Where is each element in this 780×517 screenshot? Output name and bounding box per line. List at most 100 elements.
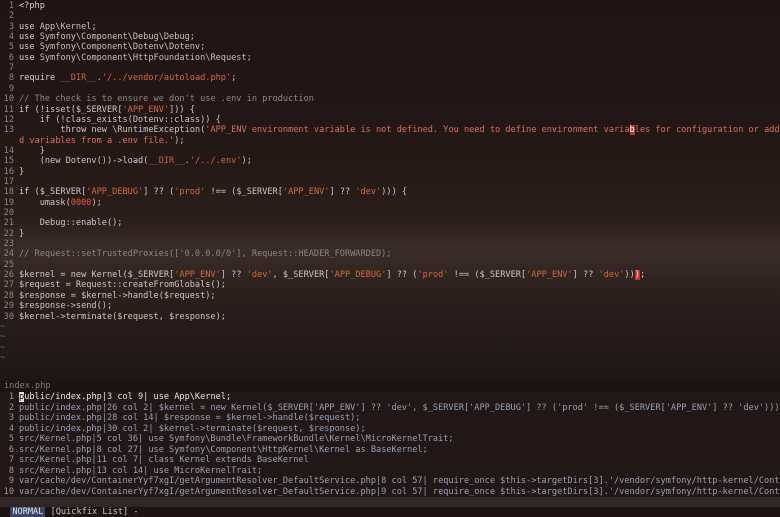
entry-text: public/index.php|28 col 14| $response = … bbox=[19, 413, 361, 423]
quickfix-entry[interactable]: 2 public/index.php|26 col 2| $kernel = ne… bbox=[0, 403, 780, 414]
code-token: } bbox=[19, 166, 25, 177]
code-token: 'APP_ENV' bbox=[122, 104, 170, 115]
code-line[interactable]: 20 bbox=[0, 208, 19, 218]
quickfix-entry[interactable]: 6 src/Kernel.php|8 col 27| use Symfony\Co… bbox=[0, 445, 428, 456]
code-line[interactable]: 28 $response = $kernel->handle($request); bbox=[0, 291, 216, 301]
code-token: 'APP_ENV environment variable is not def… bbox=[205, 125, 630, 136]
quickfix-entry[interactable]: 1 public/index.php|3 col 9| use App\Kerne… bbox=[0, 392, 231, 403]
code-token: use bbox=[19, 32, 40, 43]
code-token: 'APP_DEBUG' bbox=[329, 270, 387, 281]
code-token: 'APP_ENV' bbox=[526, 270, 573, 281]
line-number: 10 bbox=[3, 94, 14, 105]
code-line[interactable]: 17 bbox=[0, 177, 19, 187]
code-line[interactable]: 18 if ($_SERVER['APP_DEBUG'] ?? ('prod' !… bbox=[0, 187, 407, 197]
entry-number: 5 bbox=[8, 434, 14, 444]
line-number: 11 bbox=[3, 104, 14, 115]
code-line[interactable]: 16} bbox=[0, 166, 25, 177]
entry-text: ublic/index.php|3 col 9| use App\Kernel; bbox=[24, 392, 232, 402]
code-token: Debug::enable(); bbox=[19, 218, 123, 229]
status-line: NORMAL [Quickfix List] - bbox=[0, 497, 780, 517]
code-line[interactable]: 8 require __DIR__.'/../vendor/autoload.ph… bbox=[0, 73, 237, 84]
code-token: App\Kernel; bbox=[39, 21, 97, 32]
code-line[interactable]: 22} bbox=[0, 228, 25, 239]
quickfix-entry[interactable]: 10 var/cache/dev/ContainerYyf7xgI/getArgu… bbox=[0, 487, 780, 498]
quickfix-entry[interactable]: 3 public/index.php|28 col 14| $response =… bbox=[0, 413, 361, 424]
quickfix-entry[interactable]: 5 src/Kernel.php|5 col 36| use Symfony\Bu… bbox=[0, 434, 454, 445]
code-token: $kernel = new Kernel($_SERVER[ bbox=[19, 270, 175, 281]
code-line[interactable]: 15 (new Dotenv())->load(__DIR__.'/../.en… bbox=[0, 156, 252, 166]
entry-text: var/cache/dev/ContainerYyf7xgI/getArgume… bbox=[19, 476, 780, 486]
code-line[interactable]: 4 use Symfony\Component\Debug\Debug; bbox=[0, 32, 195, 42]
code-line[interactable]: 10 // The check is to ensure we don't use… bbox=[0, 94, 314, 104]
code-line[interactable]: 1 <?php bbox=[0, 1, 45, 11]
code-line[interactable]: 9 bbox=[0, 84, 19, 94]
entry-number: 8 bbox=[8, 465, 14, 476]
code-line[interactable]: 2 bbox=[0, 11, 19, 21]
code-token: (new Dotenv())->load( bbox=[19, 156, 149, 167]
code-line[interactable]: d variables from a .env file.'); bbox=[0, 136, 185, 146]
line-number: 22 bbox=[3, 228, 14, 239]
quickfix-entry[interactable]: 7 src/Kernel.php|11 col 7| class Kernel e… bbox=[0, 455, 309, 466]
line-number: 24 bbox=[3, 249, 14, 260]
code-line[interactable]: 19 umask(0000); bbox=[0, 198, 102, 208]
code-token: 'APP_ENV' bbox=[282, 187, 330, 198]
code-token: !== ($_SERVER[ bbox=[448, 270, 527, 281]
code-line[interactable]: 24 // Request::setTrustedProxies(['0.0.0.… bbox=[0, 249, 392, 259]
code-token: 'dev' bbox=[598, 270, 625, 281]
entry-text: src/Kernel.php|11 col 7| class Kernel ex… bbox=[19, 455, 309, 465]
code-line[interactable]: 7 bbox=[0, 63, 19, 73]
status-separator: - bbox=[133, 507, 139, 517]
code-line[interactable]: 23 bbox=[0, 239, 19, 249]
code-token: throw new \RuntimeException( bbox=[19, 125, 206, 136]
code-token: use bbox=[19, 42, 40, 53]
line-number: 15 bbox=[3, 156, 14, 167]
code-token: ] ?? ( bbox=[143, 187, 175, 198]
empty-line-marker: ~ bbox=[0, 321, 6, 332]
quickfix-list-pane[interactable]: 1 public/index.php|3 col 9| use App\Kerne… bbox=[0, 392, 780, 497]
code-token: // The check is to ensure we don't use .… bbox=[19, 94, 314, 105]
line-number: 25 bbox=[3, 259, 14, 270]
code-line[interactable]: 5 use Symfony\Component\Dotenv\Dotenv; bbox=[0, 42, 205, 52]
line-number: 14 bbox=[3, 145, 14, 156]
quickfix-entry[interactable]: 4 public/index.php|30 col 2| $kernel->ter… bbox=[0, 424, 366, 435]
entry-number: 6 bbox=[8, 444, 14, 455]
entry-text: var/cache/dev/ContainerYyf7xgI/getArgume… bbox=[19, 486, 780, 497]
code-token: Symfony\Component\Dotenv\Dotenv; bbox=[39, 42, 206, 53]
code-editor-pane[interactable]: 1 <?php 2 3 use App\Kernel; 4 use Symfony\Comp… bbox=[0, 0, 780, 380]
code-token: ] ?? bbox=[329, 187, 356, 198]
code-line[interactable]: 11 if (!isset($_SERVER['APP_ENV'])) { bbox=[0, 105, 195, 115]
empty-line-marker: ~ bbox=[0, 352, 6, 363]
line-number: 30 bbox=[3, 311, 14, 322]
quickfix-entry[interactable]: 9 var/cache/dev/ContainerYyf7xgI/getArgum… bbox=[0, 476, 780, 487]
line-number: 4 bbox=[8, 32, 14, 43]
code-line[interactable]: 25 bbox=[0, 260, 19, 270]
code-token: umask( bbox=[19, 197, 71, 208]
code-token: ); bbox=[91, 197, 102, 208]
entry-number: 7 bbox=[8, 455, 14, 465]
code-line[interactable]: 14 } bbox=[0, 146, 45, 156]
code-line[interactable]: 27 $request = Request::createFromGlobals(… bbox=[0, 280, 226, 290]
entry-number: 2 bbox=[8, 402, 14, 413]
code-token: '/../.env' bbox=[189, 156, 242, 167]
quickfix-entry[interactable]: 8 src/Kernel.php|13 col 14| use MicroKern… bbox=[0, 466, 262, 477]
line-number: 2 bbox=[8, 11, 14, 22]
code-token: if (!class_exists(Dotenv::class)) { bbox=[19, 114, 221, 125]
code-token: 'APP_DEBUG' bbox=[86, 187, 144, 198]
line-number: 19 bbox=[3, 197, 14, 208]
code-line[interactable]: 12 if (!class_exists(Dotenv::class)) { bbox=[0, 115, 221, 125]
code-line[interactable]: 3 use App\Kernel; bbox=[0, 22, 97, 32]
code-line[interactable]: 6 use Symfony\Component\HttpFoundation\Re… bbox=[0, 53, 252, 63]
code-line[interactable]: 30 $kernel->terminate($request, $response… bbox=[0, 312, 226, 322]
line-number: 17 bbox=[3, 176, 14, 187]
code-line[interactable]: 21 Debug::enable(); bbox=[0, 218, 123, 229]
code-token: (!isset($_SERVER[ bbox=[34, 104, 123, 115]
line-number: 18 bbox=[3, 187, 14, 198]
code-line[interactable]: 29 $response->send(); bbox=[0, 301, 113, 311]
line-number: 12 bbox=[3, 114, 14, 125]
code-line[interactable]: 13 throw new \RuntimeException('APP_ENV … bbox=[0, 125, 780, 136]
code-token: 'prod' bbox=[174, 187, 206, 198]
code-token: // Request::setTrustedProxies(['0.0.0.0/… bbox=[19, 249, 392, 260]
code-token: __DIR__ bbox=[60, 73, 97, 84]
line-number: 5 bbox=[8, 42, 14, 53]
code-line[interactable]: 26 $kernel = new Kernel($_SERVER['APP_ENV… bbox=[0, 270, 645, 281]
